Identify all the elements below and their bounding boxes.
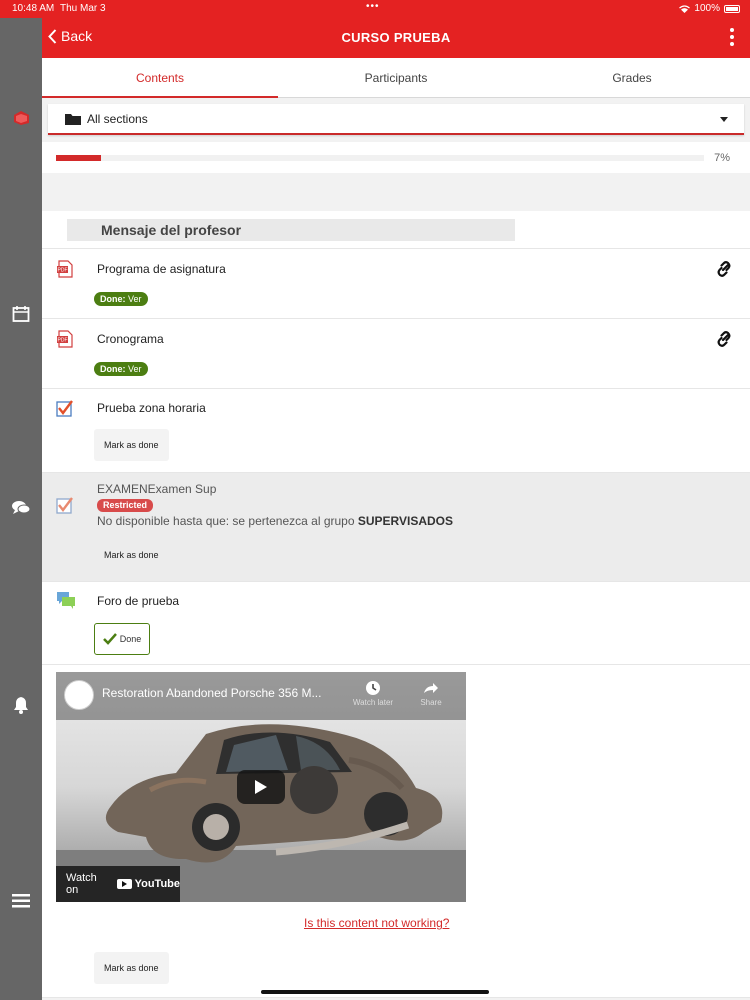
tab-participants[interactable]: Participants (278, 58, 514, 97)
completion-label: Done: (100, 294, 126, 304)
svg-text:PDF: PDF (58, 268, 68, 274)
status-icons: 100% (679, 3, 740, 14)
activity-name[interactable]: Programa de asignatura (97, 262, 226, 276)
section-selector[interactable]: All sections (48, 104, 744, 135)
course-tabs: Contents Participants Grades (42, 58, 750, 98)
content-not-working-link[interactable]: Is this content not working? (304, 916, 449, 930)
tab-contents[interactable]: Contents (42, 58, 278, 98)
activity-name[interactable]: Prueba zona horaria (97, 401, 206, 415)
mark-as-done-button[interactable]: Mark as done (94, 429, 169, 461)
activity-item[interactable]: Prueba zona horaria Mark as done (42, 389, 750, 473)
link-icon[interactable] (716, 261, 732, 277)
done-label: Done (119, 634, 142, 644)
section-title: Mensaje del profesor (67, 219, 515, 241)
youtube-embed[interactable]: Restoration Abandoned Porsche 356 M... W… (56, 672, 466, 902)
forum-icon (57, 592, 75, 609)
pdf-icon: PDF (57, 330, 73, 348)
completion-value: Ver (128, 294, 142, 304)
status-time: 10:48 AM (12, 3, 55, 14)
tab-grades[interactable]: Grades (514, 58, 750, 97)
share-label: Share (420, 698, 442, 707)
video-activity: Restoration Abandoned Porsche 356 M... W… (42, 665, 750, 998)
completion-label: Done: (100, 364, 126, 374)
completion-badge: Done: Ver (94, 362, 148, 376)
restricted-badge: Restricted (97, 499, 154, 512)
completion-value: Ver (128, 364, 142, 374)
course-progress: 7% (42, 142, 750, 173)
youtube-logo: YouTube (116, 878, 180, 890)
folder-icon (65, 113, 81, 125)
activity-list: Mensaje del profesor PDF Programa de asi… (42, 211, 750, 998)
section-header: Mensaje del profesor (42, 211, 750, 249)
page-title: CURSO PRUEBA (341, 30, 451, 45)
share-button[interactable]: Share (416, 680, 446, 707)
activity-item[interactable]: PDF Cronograma Done: Ver (42, 319, 750, 389)
calendar-icon[interactable] (11, 304, 31, 324)
wifi-icon (679, 4, 691, 13)
restriction-group: SUPERVISADOS (357, 514, 453, 528)
progress-bar (56, 155, 704, 161)
multitasking-dots[interactable]: ••• (366, 1, 380, 12)
play-button[interactable] (237, 770, 285, 804)
chevron-down-icon (720, 117, 728, 122)
channel-avatar[interactable] (64, 680, 94, 710)
youtube-play-icon (116, 879, 132, 889)
assignment-icon (56, 400, 73, 417)
restriction-note: No disponible hasta que: se pertenezca a… (97, 514, 453, 528)
activity-item[interactable]: PDF Programa de asignatura Done: Ver (42, 249, 750, 319)
battery-icon (724, 4, 740, 13)
done-button[interactable]: Done (94, 623, 150, 655)
watch-later-button[interactable]: Watch later (346, 680, 400, 707)
side-navigation (0, 18, 42, 1000)
share-icon (424, 683, 438, 693)
battery-percent: 100% (694, 3, 720, 14)
section-selector-value: All sections (87, 111, 148, 126)
menu-icon[interactable] (11, 891, 31, 911)
status-date: Thu Mar 3 (60, 3, 106, 14)
mark-as-done-button[interactable]: Mark as done (94, 952, 169, 984)
watch-on-label: Watch on (66, 872, 97, 896)
link-icon[interactable] (716, 331, 732, 347)
clock-icon (366, 681, 380, 695)
assignment-icon (56, 497, 73, 514)
course-content: All sections 7% Mensaje del profesor PDF… (42, 98, 750, 1000)
completion-badge: Done: Ver (94, 292, 148, 306)
activity-item[interactable]: Foro de prueba Done (42, 582, 750, 665)
activity-item-restricted[interactable]: EXAMENExamen Sup Restricted No disponibl… (42, 473, 750, 582)
home-indicator[interactable] (261, 990, 489, 994)
progress-bar-fill (56, 155, 102, 161)
check-icon (102, 633, 117, 645)
progress-percent: 7% (714, 152, 730, 164)
activity-name[interactable]: EXAMENExamen Sup (97, 482, 216, 496)
app: 10:48 AM Thu Mar 3 ••• 100% Back CURSO P… (0, 0, 750, 1000)
watch-on-youtube-button[interactable]: Watch on YouTube (56, 866, 180, 902)
messages-icon[interactable] (11, 498, 31, 518)
play-icon (255, 780, 267, 794)
pdf-icon: PDF (57, 260, 73, 278)
activity-name[interactable]: Foro de prueba (97, 594, 179, 608)
mark-as-done-button[interactable]: Mark as done (94, 539, 169, 571)
youtube-wordmark: YouTube (134, 878, 180, 890)
app-header: Back CURSO PRUEBA (42, 18, 750, 58)
notifications-bell-icon[interactable] (11, 695, 31, 715)
video-title[interactable]: Restoration Abandoned Porsche 356 M... (102, 686, 321, 700)
activity-name[interactable]: Cronograma (97, 332, 164, 346)
status-bar: 10:48 AM Thu Mar 3 ••• 100% (0, 0, 750, 18)
svg-text:PDF: PDF (58, 338, 68, 344)
restriction-text: No disponible hasta que: se pertenezca a… (97, 514, 355, 528)
watch-later-label: Watch later (352, 698, 394, 707)
more-options-icon[interactable] (728, 28, 736, 48)
course-home-icon[interactable] (11, 108, 31, 128)
